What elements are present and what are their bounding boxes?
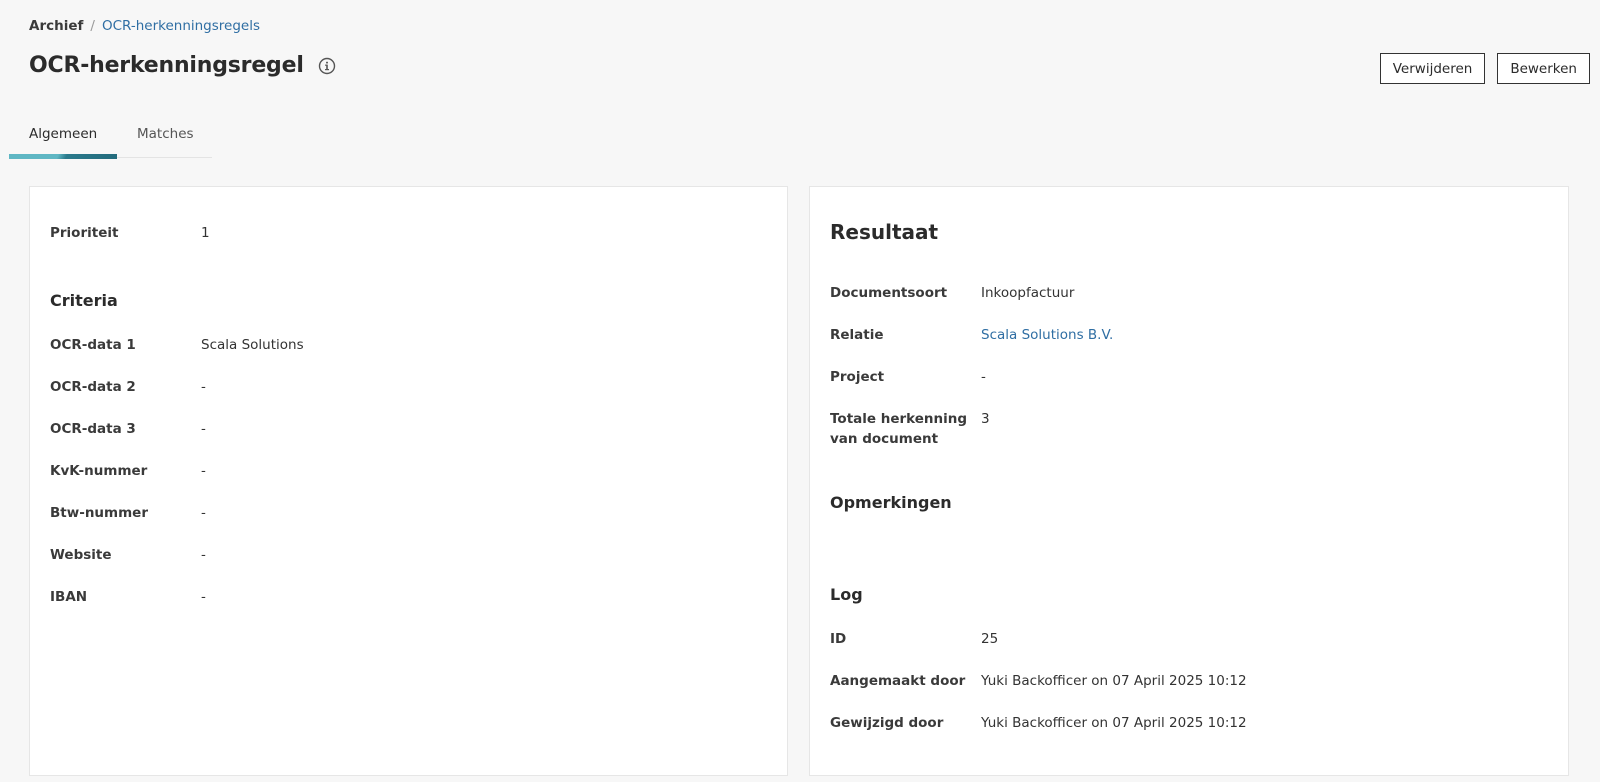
edit-button[interactable]: Bewerken	[1497, 53, 1590, 84]
result-card: Resultaat Documentsoort Inkoopfactuur Re…	[809, 186, 1569, 776]
remarks-heading: Opmerkingen	[830, 493, 952, 512]
result-label: Project	[830, 369, 885, 385]
page: Archief / OCR-herkenningsregels OCR-herk…	[0, 0, 1600, 782]
log-value: Yuki Backofficer on 07 April 2025 10:12	[981, 673, 1247, 689]
tab-algemeen[interactable]: Algemeen	[9, 110, 117, 159]
log-label: Aangemaakt door	[830, 673, 966, 689]
criteria-label: OCR-data 2	[50, 379, 136, 395]
tab-bar: Algemeen Matches	[9, 110, 212, 159]
result-label: Documentsoort	[830, 285, 948, 301]
criteria-value: -	[201, 421, 206, 437]
result-value: Inkoopfactuur	[981, 285, 1075, 301]
result-value: 3	[981, 411, 990, 427]
criteria-value: Scala Solutions	[201, 337, 304, 353]
header-actions: Verwijderen Bewerken	[1379, 53, 1590, 84]
criteria-value: -	[201, 589, 206, 605]
criteria-label: IBAN	[50, 589, 88, 605]
criteria-label: Btw-nummer	[50, 505, 148, 521]
active-tab-indicator	[9, 154, 117, 159]
tab-matches-label: Matches	[137, 126, 194, 142]
log-value: 25	[981, 631, 999, 647]
breadcrumb-archief[interactable]: Archief	[29, 18, 83, 34]
result-heading: Resultaat	[830, 220, 939, 244]
log-heading: Log	[830, 585, 863, 604]
title-row: OCR-herkenningsregel	[29, 53, 336, 78]
criteria-label: Website	[50, 547, 112, 563]
result-label-line2: van document	[830, 431, 939, 447]
result-label: Totale herkenning van document	[830, 409, 975, 449]
breadcrumb: Archief / OCR-herkenningsregels	[29, 18, 260, 34]
general-card: Prioriteit 1 Criteria OCR-data 1 Scala S…	[29, 186, 788, 776]
priority-value: 1	[201, 225, 210, 241]
log-value: Yuki Backofficer on 07 April 2025 10:12	[981, 715, 1247, 731]
tab-algemeen-label: Algemeen	[29, 126, 98, 142]
criteria-value: -	[201, 505, 206, 521]
log-label: Gewijzigd door	[830, 715, 944, 731]
criteria-label: OCR-data 3	[50, 421, 136, 437]
delete-button[interactable]: Verwijderen	[1379, 53, 1486, 84]
log-label: ID	[830, 631, 847, 647]
tab-matches[interactable]: Matches	[117, 110, 194, 158]
relation-link[interactable]: Scala Solutions B.V.	[981, 325, 1501, 345]
breadcrumb-separator: /	[90, 18, 95, 34]
criteria-value: -	[201, 379, 206, 395]
criteria-value: -	[201, 547, 206, 563]
priority-label: Prioriteit	[50, 225, 119, 241]
info-circle-icon[interactable]	[318, 57, 336, 75]
result-label-line1: Totale herkenning	[830, 411, 968, 427]
page-title: OCR-herkenningsregel	[29, 53, 304, 78]
criteria-value: -	[201, 463, 206, 479]
criteria-label: OCR-data 1	[50, 337, 136, 353]
result-value: -	[981, 369, 986, 385]
criteria-label: KvK-nummer	[50, 463, 148, 479]
breadcrumb-ocr-herkenningsregels[interactable]: OCR-herkenningsregels	[102, 18, 260, 34]
criteria-heading: Criteria	[50, 291, 118, 310]
result-label: Relatie	[830, 327, 884, 343]
